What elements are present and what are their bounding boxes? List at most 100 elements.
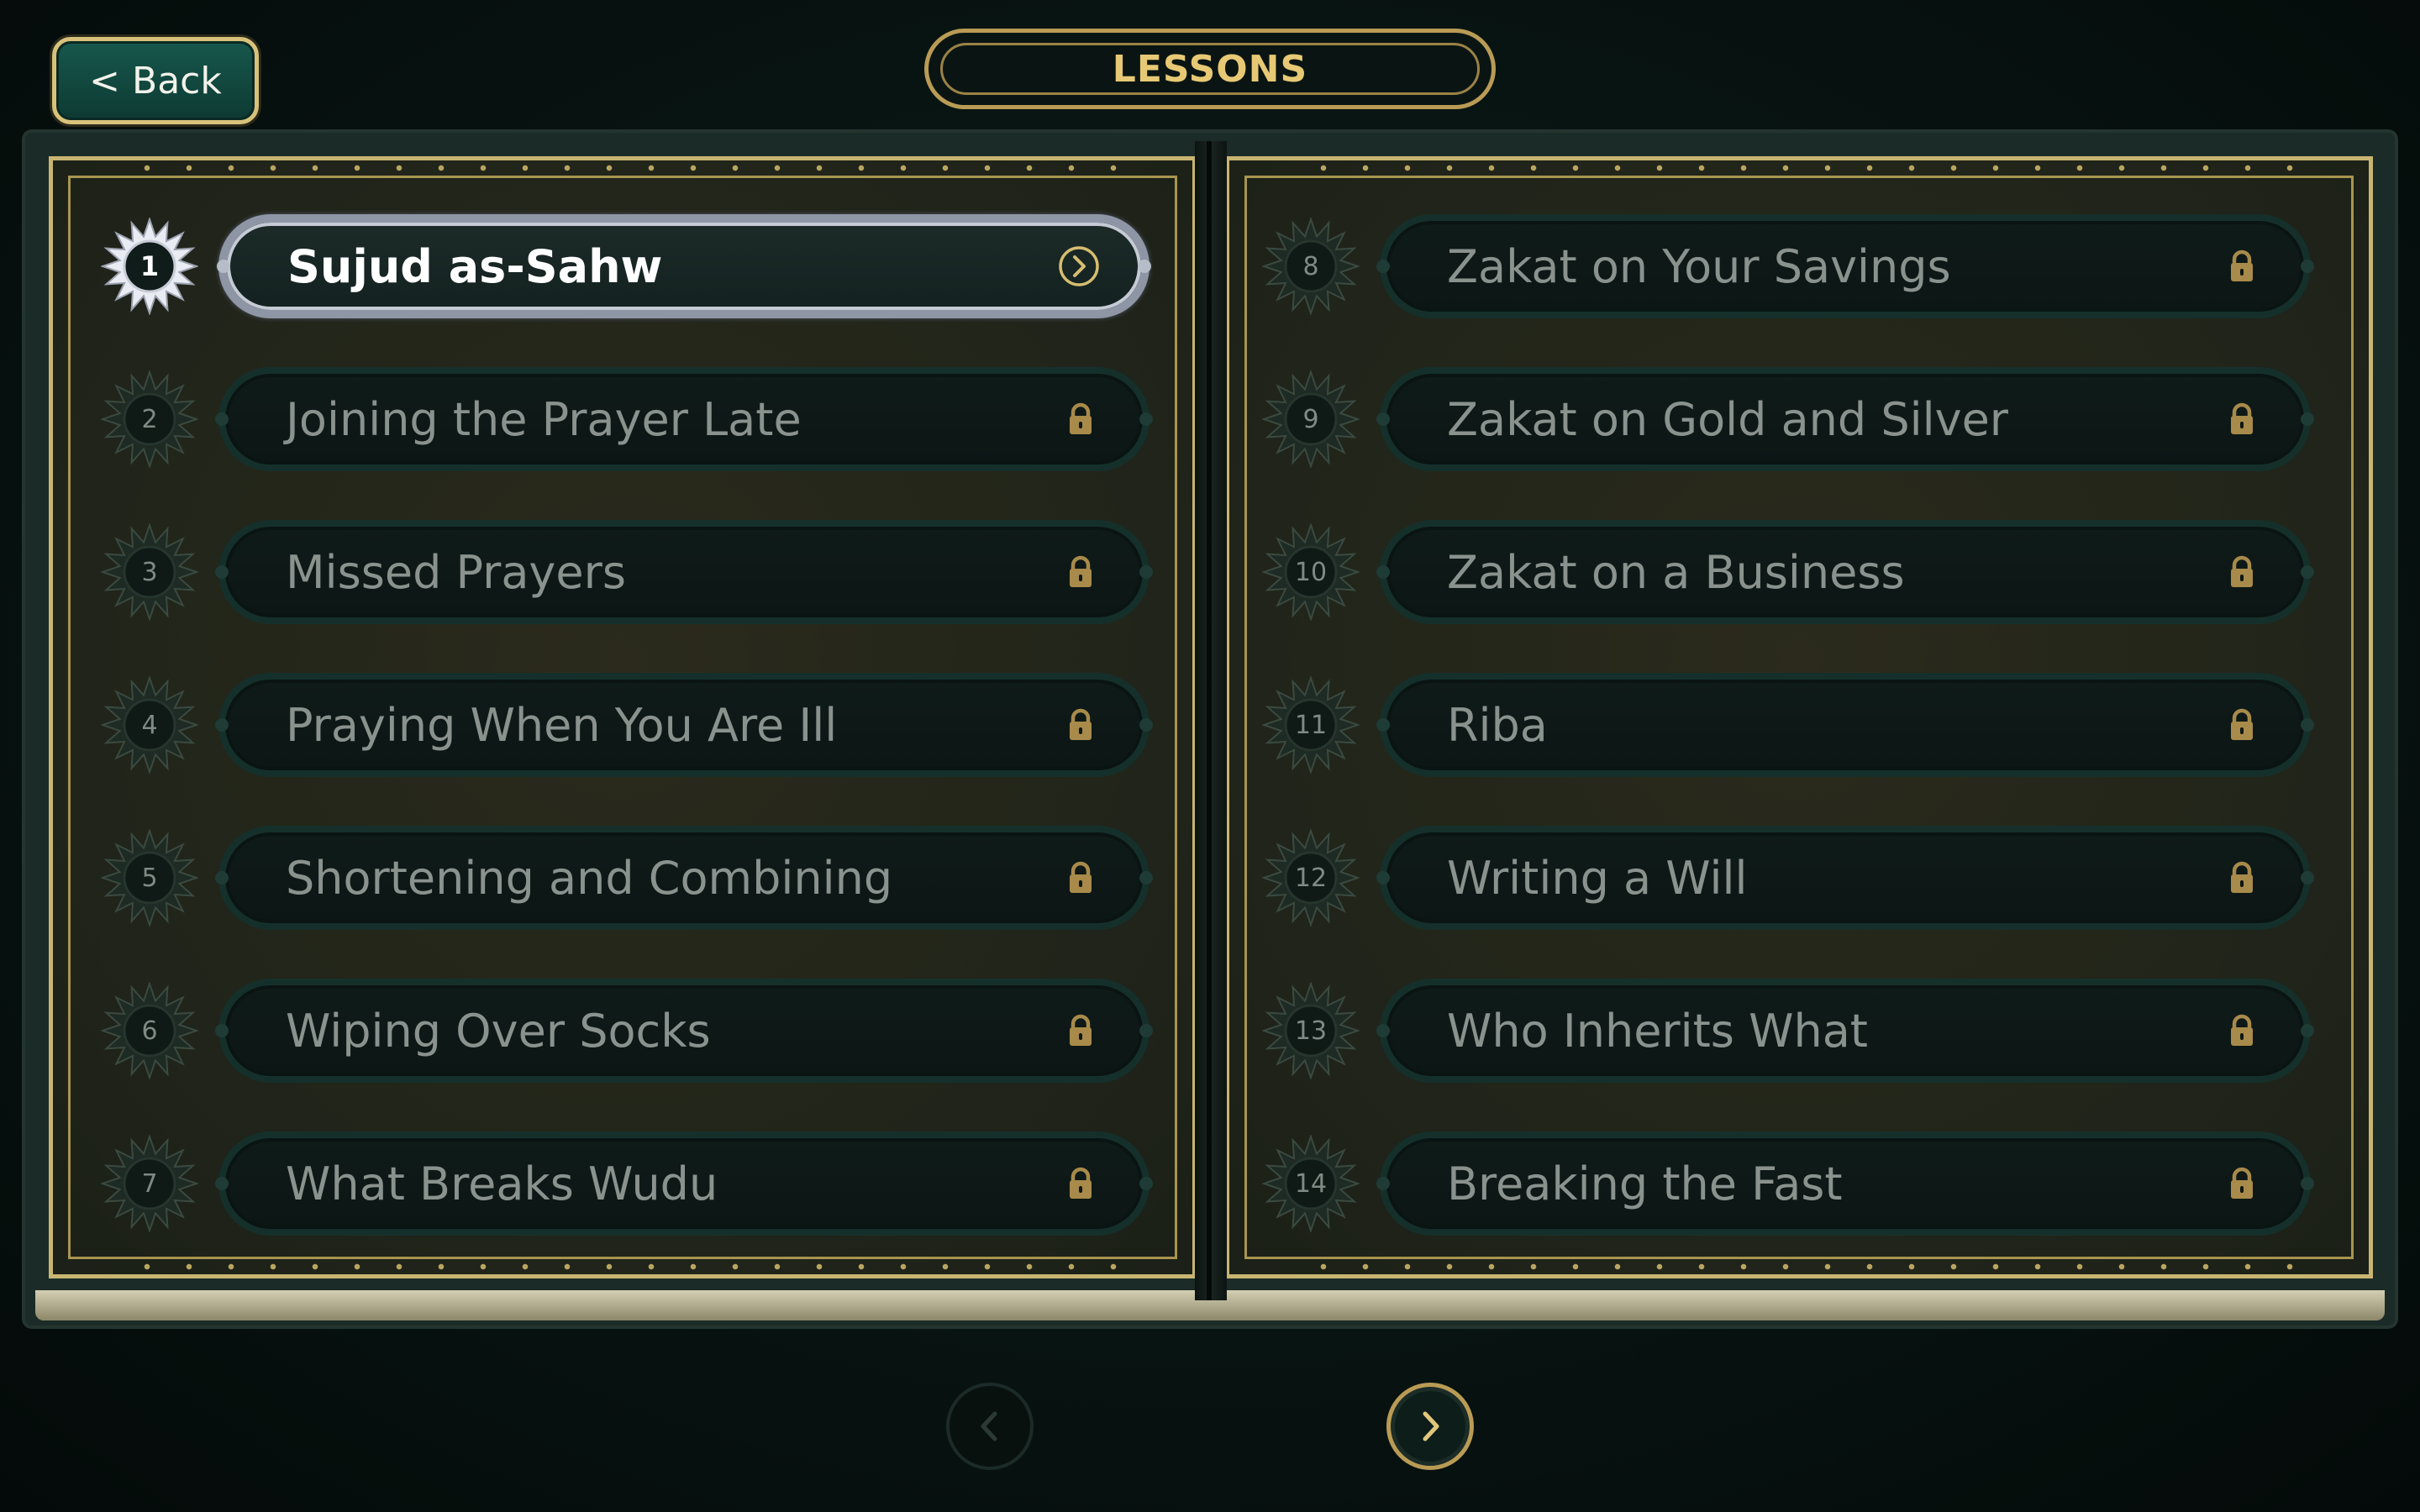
lesson-button-locked[interactable]: Who Inherits What [1376,979,2314,1083]
lesson-row: 11 Riba [1262,670,2314,780]
right-page-bottom-studs [1302,1263,2328,1270]
lesson-button-locked[interactable]: Breaking the Fast [1376,1131,2314,1236]
lesson-row: 1 Sujud as-Sahw [101,212,1151,321]
prev-page-button[interactable] [946,1383,1034,1470]
lesson-row: 7 What Breaks Wudu [101,1129,1153,1238]
lesson-button-locked[interactable]: Writing a Will [1376,826,2314,930]
lesson-number: 14 [1294,1168,1328,1199]
lesson-number-badge: 14 [1262,1135,1360,1232]
pill-rivet [2301,1177,2314,1190]
lock-icon [1062,1165,1099,1202]
pill-rivet [1376,260,1390,273]
pill-rivet [1139,1177,1153,1190]
lesson-number: 4 [141,710,158,740]
pill-rivet [215,1177,229,1190]
lesson-row: 2 Joining the Prayer Late [101,365,1153,474]
left-page-bottom-studs [126,1263,1151,1270]
pill-rivet [1138,260,1151,273]
lesson-title: Who Inherits What [1447,1004,1868,1058]
chevron-right-icon [1423,1411,1439,1441]
pill-rivet [1139,565,1153,579]
lesson-button-unlocked[interactable]: Sujud as-Sahw [217,214,1151,318]
lesson-button-locked[interactable]: What Breaks Wudu [215,1131,1153,1236]
lesson-title: Breaking the Fast [1447,1157,1843,1210]
pill-rivet [1139,871,1153,885]
lesson-number: 10 [1294,557,1328,587]
lesson-number: 12 [1294,863,1328,893]
lesson-number: 8 [1302,251,1319,281]
lesson-row: 12 Writing a Will [1262,823,2314,932]
lock-icon [2223,1012,2260,1049]
lock-icon [1062,859,1099,896]
lesson-button-locked[interactable]: Praying When You Are Ill [215,673,1153,777]
lesson-row: 8 Zakat on Your Savings [1262,212,2314,321]
pill-rivet [217,260,230,273]
book-spine-groove [1207,141,1212,1300]
lesson-number: 7 [141,1168,158,1199]
lesson-button-locked[interactable]: Wiping Over Socks [215,979,1153,1083]
lesson-row: 9 Zakat on Gold and Silver [1262,365,2314,474]
pill-rivet [215,871,229,885]
lesson-title: Praying When You Are Ill [286,698,838,752]
lesson-number-badge: 12 [1262,829,1360,927]
lesson-number: 2 [141,404,158,434]
lock-icon [2223,401,2260,438]
pill-rivet [1376,565,1390,579]
lesson-number-badge: 2 [101,370,198,468]
pill-rivet [1139,1024,1153,1037]
lesson-number: 13 [1294,1016,1328,1046]
lesson-number: 5 [141,863,158,893]
pill-rivet [1139,412,1153,426]
lesson-number-badge: 5 [101,829,198,927]
lesson-button-locked[interactable]: Missed Prayers [215,520,1153,624]
lock-icon [2223,248,2260,285]
lesson-number-badge: 9 [1262,370,1360,468]
lesson-row: 5 Shortening and Combining [101,823,1153,932]
lesson-number-badge: 4 [101,676,198,774]
pill-rivet [1139,718,1153,732]
lock-icon [2223,1165,2260,1202]
lesson-title: Sujud as-Sahw [287,239,663,293]
lesson-button-locked[interactable]: Riba [1376,673,2314,777]
lesson-button-locked[interactable]: Joining the Prayer Late [215,367,1153,471]
lesson-button-locked[interactable]: Shortening and Combining [215,826,1153,930]
lessons-screen: < Back LESSONS 1 Sujud as-Sahw 2 Joining th… [0,0,2420,1512]
lesson-number: 3 [141,557,158,587]
pill-rivet [215,412,229,426]
lesson-row: 13 Who Inherits What [1262,976,2314,1085]
back-button[interactable]: < Back [52,37,259,124]
lesson-title: Riba [1447,698,1548,752]
pill-rivet [1376,871,1390,885]
next-page-button[interactable] [1386,1383,1474,1470]
lock-icon [2223,554,2260,591]
right-page-top-studs [1302,165,2328,171]
lesson-number-badge: 11 [1262,676,1360,774]
lesson-button-locked[interactable]: Zakat on Your Savings [1376,214,2314,318]
lesson-title: Writing a Will [1447,851,1748,905]
lock-icon [1062,706,1099,743]
pill-rivet [215,1024,229,1037]
pill-rivet [2301,260,2314,273]
lesson-row: 14 Breaking the Fast [1262,1129,2314,1238]
lesson-title: Zakat on Gold and Silver [1447,392,2009,446]
lesson-number: 6 [141,1016,158,1046]
pill-rivet [2301,718,2314,732]
lesson-title: Zakat on Your Savings [1447,239,1951,293]
lock-icon [1062,1012,1099,1049]
lesson-number-badge: 10 [1262,523,1360,621]
pill-rivet [2301,565,2314,579]
lesson-number-badge: 13 [1262,982,1360,1079]
lesson-title: Zakat on a Business [1447,545,1905,599]
lesson-number-badge: 7 [101,1135,198,1232]
lesson-title: Joining the Prayer Late [286,392,802,446]
pill-rivet [2301,1024,2314,1037]
chevron-left-icon [981,1411,997,1441]
pill-rivet [215,565,229,579]
lesson-button-locked[interactable]: Zakat on a Business [1376,520,2314,624]
lock-icon [2223,706,2260,743]
pill-rivet [2301,412,2314,426]
lesson-row: 10 Zakat on a Business [1262,517,2314,627]
lesson-button-locked[interactable]: Zakat on Gold and Silver [1376,367,2314,471]
pill-rivet [2301,871,2314,885]
chevron-right-icon [1057,244,1101,288]
